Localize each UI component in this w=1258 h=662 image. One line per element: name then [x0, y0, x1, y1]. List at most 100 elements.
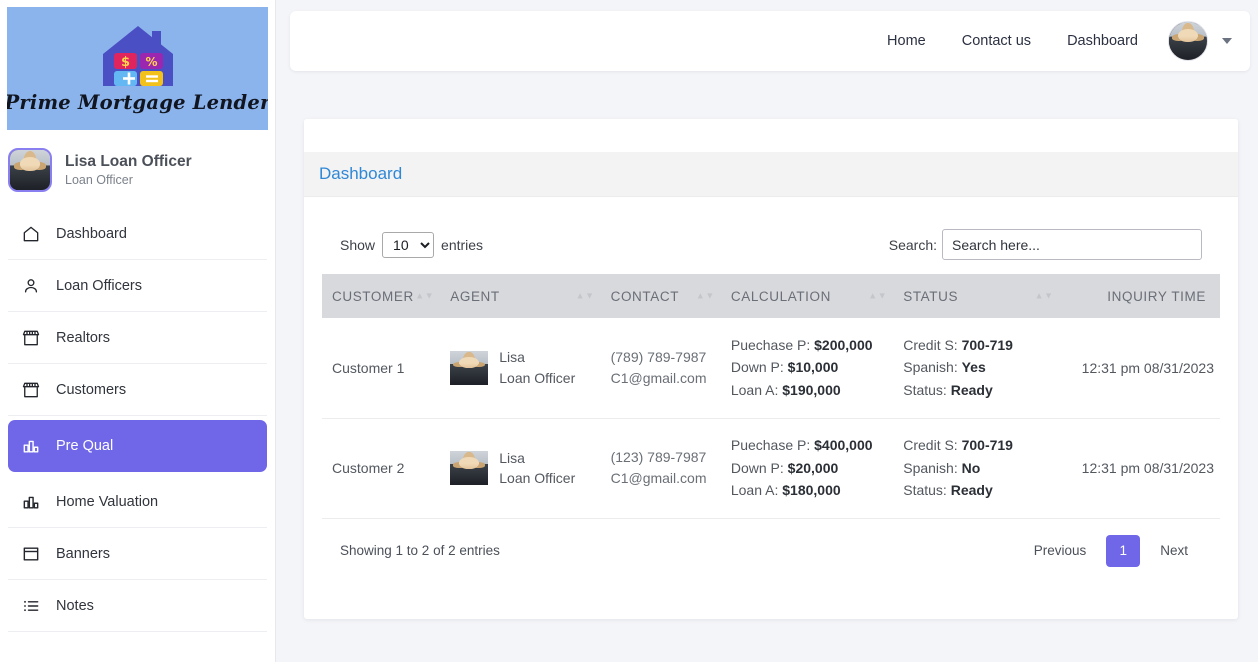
column-header-agent[interactable]: Agent ▲▼ [440, 274, 601, 318]
pagination-page-1[interactable]: 1 [1106, 534, 1141, 567]
pagination-previous[interactable]: Previous [1020, 535, 1101, 567]
sidebar-item-pre-qual[interactable]: Pre Qual [8, 420, 267, 472]
contact-email: C1@gmail.com [610, 369, 707, 386]
table-header-row: Customer ▲▼ Agent ▲▼ Contact ▲▼ [322, 274, 1220, 318]
pagination-next[interactable]: Next [1146, 535, 1202, 567]
cell-calculation: Puechase P: $200,000 Down P: $10,000 Loa… [720, 318, 894, 419]
status-badge: Ready [950, 482, 993, 499]
cell-status: Credit S: 700-719 Spanish: Yes Status: R… [893, 318, 1060, 419]
sidebar: $ % Prime Mortgage Lender Lisa Loan Offi… [0, 0, 276, 662]
agent-name: Lisa [499, 349, 525, 366]
topnav-link-home[interactable]: Home [869, 33, 944, 49]
search-label: Search: [888, 236, 937, 253]
datatable-controls: Show 102550100 entries Search: [322, 229, 1220, 260]
page-length-control: Show 102550100 entries [340, 231, 484, 258]
column-label: Contact [610, 288, 680, 304]
entries-info: Showing 1 to 2 of 2 entries [340, 543, 500, 558]
sidebar-item-banners[interactable]: Banners [8, 528, 267, 580]
bar-chart-icon [20, 491, 41, 512]
calc-value: $190,000 [782, 382, 841, 399]
datatable-footer: Showing 1 to 2 of 2 entries Previous 1 N… [322, 519, 1220, 567]
cell-contact: (123) 789-7987 C1@gmail.com [600, 418, 721, 519]
sidebar-item-loan-officers[interactable]: Loan Officers [8, 260, 267, 312]
column-header-inquiry-time[interactable]: Inquiry Time [1059, 274, 1220, 318]
store-icon [20, 379, 41, 400]
status-label: Spanish: [903, 359, 958, 376]
avatar[interactable] [1168, 21, 1208, 61]
status-value: No [961, 459, 981, 476]
sidebar-item-label: Banners [56, 545, 111, 562]
status-badge: Ready [950, 382, 993, 399]
agent-avatar [450, 451, 489, 485]
svg-text:$: $ [120, 55, 129, 70]
sort-icon: ▲▼ [868, 290, 888, 301]
card-top-strip [304, 119, 1238, 152]
cell-status: Credit S: 700-719 Spanish: No Status: Re… [893, 418, 1060, 519]
card-header: Dashboard [304, 152, 1238, 197]
calc-label: Puechase P: [730, 436, 811, 453]
page-length-select[interactable]: 102550100 [382, 231, 435, 258]
column-header-status[interactable]: Status ▲▼ [893, 274, 1060, 318]
column-label: Status [903, 288, 959, 304]
sidebar-item-home-valuation[interactable]: Home Valuation [8, 476, 267, 528]
contact-phone: (123) 789-7987 [610, 449, 707, 465]
page-title: Dashboard [319, 164, 403, 183]
sidebar-profile[interactable]: Lisa Loan Officer Loan Officer [0, 130, 275, 208]
show-label: Show [340, 236, 376, 253]
home-icon [20, 223, 41, 244]
sort-icon: ▲▼ [695, 290, 715, 301]
profile-role: Loan Officer [65, 172, 133, 187]
sort-icon: ▲▼ [415, 290, 435, 301]
main-content: Home Contact us Dashboard Dashboard Show… [276, 0, 1258, 662]
cell-agent: Lisa Loan Officer [440, 418, 601, 519]
table-row[interactable]: Customer 1 Lisa Loan Officer (789) 789-7… [322, 318, 1220, 419]
cell-customer: Customer 2 [322, 418, 441, 519]
bar-chart-icon [20, 435, 41, 456]
sidebar-item-dashboard[interactable]: Dashboard [8, 208, 267, 260]
agent-role: Loan Officer [499, 369, 576, 386]
entries-label: entries [441, 236, 484, 253]
app-root: $ % Prime Mortgage Lender Lisa Loan Offi… [0, 0, 1258, 662]
card-body: Show 102550100 entries Search: [304, 197, 1238, 567]
list-icon [20, 595, 41, 616]
sidebar-item-label: Realtors [56, 329, 110, 346]
topnav-link-dashboard[interactable]: Dashboard [1049, 33, 1156, 49]
profile-name: Lisa Loan Officer [65, 152, 192, 170]
column-label: Customer [332, 288, 414, 304]
sidebar-item-customers[interactable]: Customers [8, 364, 267, 416]
column-header-calculation[interactable]: Calculation ▲▼ [720, 274, 894, 318]
calc-label: Puechase P: [730, 336, 811, 353]
column-header-customer[interactable]: Customer ▲▼ [322, 274, 441, 318]
cell-inquiry-time: 12:31 pm 08/31/2023 [1059, 418, 1220, 519]
top-navbar: Home Contact us Dashboard [290, 11, 1250, 71]
sidebar-item-label: Pre Qual [56, 437, 114, 454]
status-label: Credit S: [903, 336, 958, 353]
calc-label: Loan A: [730, 382, 779, 399]
chevron-down-icon[interactable] [1222, 38, 1232, 44]
contact-phone: (789) 789-7987 [610, 348, 707, 365]
agent-name: Lisa [499, 449, 525, 466]
column-label: Agent [450, 288, 500, 304]
topnav-link-contact-us[interactable]: Contact us [944, 33, 1049, 49]
window-icon [20, 543, 41, 564]
column-label: Calculation [730, 288, 831, 304]
column-header-contact[interactable]: Contact ▲▼ [600, 274, 721, 318]
svg-text:%: % [145, 55, 157, 69]
status-label: Status: [903, 382, 947, 399]
table-row[interactable]: Customer 2 Lisa Loan Officer (123) 789-7… [322, 418, 1220, 519]
sidebar-item-realtors[interactable]: Realtors [8, 312, 267, 364]
calc-value: $200,000 [814, 336, 873, 353]
person-icon [20, 275, 41, 296]
sidebar-nav: Dashboard Loan Officers Realtors Custome… [0, 208, 275, 632]
search-input[interactable] [942, 229, 1202, 260]
sidebar-item-notes[interactable]: Notes [8, 580, 267, 632]
sort-icon: ▲▼ [1034, 290, 1054, 301]
cell-contact: (789) 789-7987 C1@gmail.com [600, 318, 721, 419]
sidebar-item-label: Dashboard [56, 225, 127, 242]
sidebar-item-label: Customers [56, 381, 127, 398]
brand-logo[interactable]: $ % Prime Mortgage Lender [7, 7, 268, 130]
table-body: Customer 1 Lisa Loan Officer (789) 789-7… [322, 318, 1220, 519]
calc-value: $180,000 [782, 482, 841, 499]
sidebar-item-label: Home Valuation [56, 493, 159, 510]
calc-label: Down P: [730, 459, 784, 476]
